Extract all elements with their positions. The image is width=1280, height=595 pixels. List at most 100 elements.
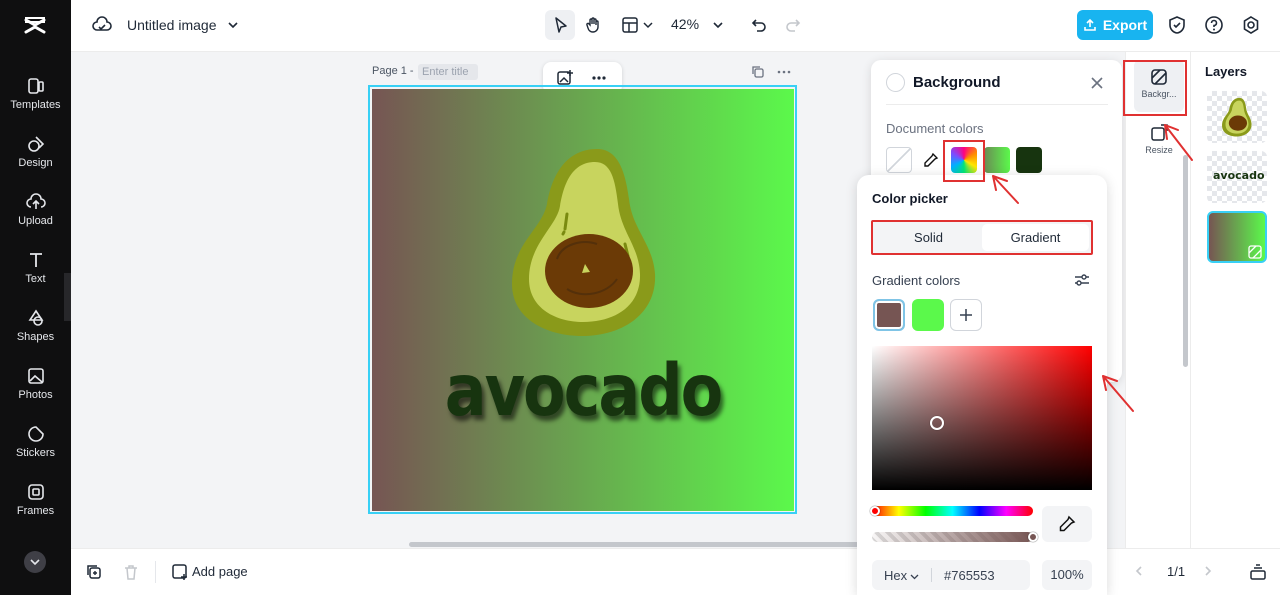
sidebar-item-frames[interactable]: Frames <box>0 482 71 532</box>
background-preview-icon <box>886 73 905 92</box>
trash-icon[interactable] <box>122 563 140 581</box>
stickers-icon <box>27 426 44 442</box>
tab-gradient[interactable]: Gradient <box>982 224 1089 251</box>
shapes-icon <box>28 309 43 326</box>
adjust-sliders-icon[interactable] <box>1074 273 1090 287</box>
select-tool-button[interactable] <box>545 10 575 40</box>
hand-tool-icon[interactable] <box>584 15 604 35</box>
layer-background[interactable] <box>1207 211 1267 263</box>
eyedropper-swatch[interactable] <box>918 147 944 173</box>
redo-icon[interactable] <box>784 16 802 34</box>
swatch-green-gradient[interactable] <box>984 147 1010 173</box>
document-colors-label: Document colors <box>886 121 984 136</box>
hex-value-input[interactable]: #765553 <box>944 568 995 583</box>
hue-slider[interactable] <box>872 506 1033 516</box>
export-button[interactable]: Export <box>1077 10 1153 40</box>
saturation-value-area[interactable] <box>872 346 1092 490</box>
tab-solid[interactable]: Solid <box>875 224 982 251</box>
layer-avocado-text[interactable]: avocado <box>1207 151 1267 203</box>
opacity-slider[interactable] <box>872 532 1033 542</box>
eyedropper-button[interactable] <box>1042 506 1092 542</box>
sidebar-item-templates[interactable]: Templates <box>0 76 71 126</box>
color-picker-knob[interactable] <box>930 416 944 430</box>
chevron-down-icon[interactable] <box>711 18 725 32</box>
add-gradient-stop-button[interactable] <box>950 299 982 331</box>
avocado-text[interactable]: avocado <box>372 349 794 433</box>
page-title-input[interactable]: Enter title <box>418 64 478 80</box>
opacity-unit: % <box>1072 567 1084 582</box>
vertical-scrollbar[interactable] <box>1183 155 1188 367</box>
document-title[interactable]: Untitled image <box>127 17 217 33</box>
sidebar-item-text[interactable]: Text <box>0 250 71 300</box>
highlight-background-tool <box>1123 60 1187 116</box>
chevron-down-icon[interactable] <box>642 19 654 31</box>
chevron-down-icon[interactable] <box>910 572 919 581</box>
export-label: Export <box>1102 17 1148 33</box>
left-sidebar: Templates Design Upload Text Shapes Phot… <box>0 0 71 595</box>
right-tool-rail: Backgr... Resize <box>1125 52 1190 548</box>
swatch-none[interactable] <box>886 147 912 173</box>
layers-panel: Layers avocado <box>1190 52 1280 548</box>
resize-tool-button[interactable]: Resize <box>1134 116 1184 168</box>
swatch-dark-green[interactable] <box>1016 147 1042 173</box>
sidebar-item-label: Templates <box>10 99 61 111</box>
duplicate-page-icon[interactable] <box>751 65 765 79</box>
pages-panel-icon[interactable] <box>1249 563 1267 581</box>
color-picker-title: Color picker <box>872 191 948 206</box>
gradient-stop-2[interactable] <box>912 299 944 331</box>
top-bar: Untitled image 42% Export <box>71 0 1280 52</box>
eyedropper-icon <box>924 152 939 167</box>
hue-slider-handle[interactable] <box>870 506 880 516</box>
sidebar-item-stickers[interactable]: Stickers <box>0 424 71 474</box>
gradient-stop-1[interactable] <box>873 299 905 331</box>
eyedropper-icon <box>1059 515 1076 532</box>
sidebar-item-design[interactable]: Design <box>0 134 71 184</box>
opacity-slider-handle[interactable] <box>1028 532 1038 542</box>
sidebar-item-label: Shapes <box>16 331 55 343</box>
sidebar-item-upload[interactable]: Upload <box>0 192 71 242</box>
duplicate-icon[interactable] <box>85 563 103 581</box>
templates-icon <box>27 78 44 94</box>
layer-avocado-image[interactable] <box>1207 91 1267 143</box>
resize-tool-label: Resize <box>1145 145 1173 155</box>
horizontal-scrollbar[interactable] <box>409 542 859 547</box>
sidebar-item-label: Stickers <box>15 447 56 459</box>
sidebar-item-shapes[interactable]: Shapes <box>0 308 71 358</box>
zoom-level[interactable]: 42% <box>671 16 699 32</box>
divider <box>155 561 156 583</box>
prev-page-icon[interactable] <box>1132 564 1146 578</box>
hex-input-row: Hex #765553 <box>872 560 1030 590</box>
color-format-select[interactable]: Hex <box>884 568 907 583</box>
design-icon <box>27 136 44 152</box>
background-layer-icon <box>1248 245 1262 259</box>
background-panel-title: Background <box>913 74 1001 91</box>
opacity-input[interactable]: 100% <box>1042 560 1092 590</box>
add-page-button[interactable]: Add page <box>192 564 248 579</box>
collapse-button[interactable] <box>24 551 46 573</box>
shield-icon[interactable] <box>1167 15 1187 35</box>
sidebar-item-label: Frames <box>16 505 55 517</box>
upload-icon <box>25 193 46 209</box>
design-canvas[interactable]: avocado <box>372 89 794 511</box>
next-page-icon[interactable] <box>1201 564 1215 578</box>
layout-icon[interactable] <box>621 16 639 34</box>
sidebar-item-photos[interactable]: Photos <box>0 366 71 416</box>
add-page-icon[interactable] <box>171 563 189 581</box>
capcut-logo-icon[interactable] <box>23 14 47 38</box>
frames-icon <box>27 484 44 500</box>
resize-icon <box>1151 124 1168 141</box>
close-icon[interactable] <box>1090 76 1104 90</box>
undo-icon[interactable] <box>750 16 768 34</box>
page-more-icon[interactable] <box>776 65 792 79</box>
chevron-down-icon[interactable] <box>226 18 240 32</box>
cloud-sync-icon[interactable] <box>92 15 112 35</box>
divider <box>931 568 932 582</box>
settings-icon[interactable] <box>1241 15 1261 35</box>
avocado-illustration[interactable] <box>507 144 662 339</box>
help-icon[interactable] <box>1204 15 1224 35</box>
sidebar-item-label: Photos <box>18 389 53 401</box>
layers-title: Layers <box>1205 64 1247 79</box>
page-label: Page 1 - <box>372 65 414 77</box>
page-indicator: 1/1 <box>1167 564 1186 579</box>
text-icon <box>29 253 42 267</box>
